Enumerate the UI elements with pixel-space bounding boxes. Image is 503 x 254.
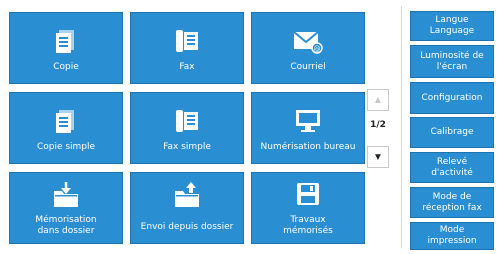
- tile-copie[interactable]: Copie: [9, 12, 123, 84]
- tile-courriel-label: Courriel: [290, 62, 326, 72]
- calibrage-button[interactable]: Calibrage: [410, 117, 494, 148]
- arrow-down-icon: ▼: [373, 151, 383, 163]
- fax-icon: [131, 27, 243, 55]
- tile-envoi-dossier-label: Envoi depuis dossier: [140, 222, 234, 232]
- email-icon: @: [252, 27, 364, 55]
- releve-activite-button[interactable]: Relevé d'activité: [410, 152, 494, 183]
- tile-numerisation-bureau[interactable]: Numérisation bureau: [251, 92, 365, 164]
- configuration-button[interactable]: Configuration: [410, 82, 494, 114]
- folder-upload-icon: [131, 181, 243, 209]
- folder-download-icon: [10, 181, 122, 209]
- tile-travaux-memorises-label: Travaux mémorisés: [283, 215, 333, 236]
- mode-impression-button[interactable]: Mode impression: [410, 222, 494, 250]
- tile-memorisation-dossier-label: Mémorisation dans dossier: [35, 215, 97, 236]
- tile-fax-simple[interactable]: Fax simple: [130, 92, 244, 164]
- arrow-up-icon: ▲: [373, 94, 383, 106]
- monitor-icon: [252, 107, 364, 135]
- tile-courriel[interactable]: @ Courriel: [251, 12, 365, 84]
- copy-icon: [10, 107, 122, 135]
- luminosite-button[interactable]: Luminosité de l'écran: [410, 45, 494, 78]
- tile-fax[interactable]: Fax: [130, 12, 244, 84]
- tile-copie-simple[interactable]: Copie simple: [9, 92, 123, 164]
- copy-icon: [10, 27, 122, 55]
- floppy-disk-icon: [252, 181, 364, 207]
- page-indicator: 1/2: [370, 120, 386, 130]
- tile-envoi-dossier[interactable]: Envoi depuis dossier: [130, 172, 244, 244]
- divider: [401, 6, 402, 248]
- svg-text:@: @: [314, 45, 321, 53]
- tile-numerisation-bureau-label: Numérisation bureau: [260, 142, 356, 152]
- tile-copie-label: Copie: [53, 62, 79, 72]
- scroll-down-button[interactable]: ▼: [367, 146, 389, 168]
- fax-icon: [131, 107, 243, 135]
- tile-fax-simple-label: Fax simple: [163, 142, 211, 152]
- langue-button[interactable]: Langue Language: [410, 11, 494, 41]
- tile-copie-simple-label: Copie simple: [36, 142, 96, 152]
- scroll-up-button[interactable]: ▲: [367, 89, 389, 111]
- tile-memorisation-dossier[interactable]: Mémorisation dans dossier: [9, 172, 123, 244]
- tile-fax-label: Fax: [179, 62, 195, 72]
- mode-reception-fax-button[interactable]: Mode de réception fax: [410, 187, 494, 218]
- tile-travaux-memorises[interactable]: Travaux mémorisés: [251, 172, 365, 244]
